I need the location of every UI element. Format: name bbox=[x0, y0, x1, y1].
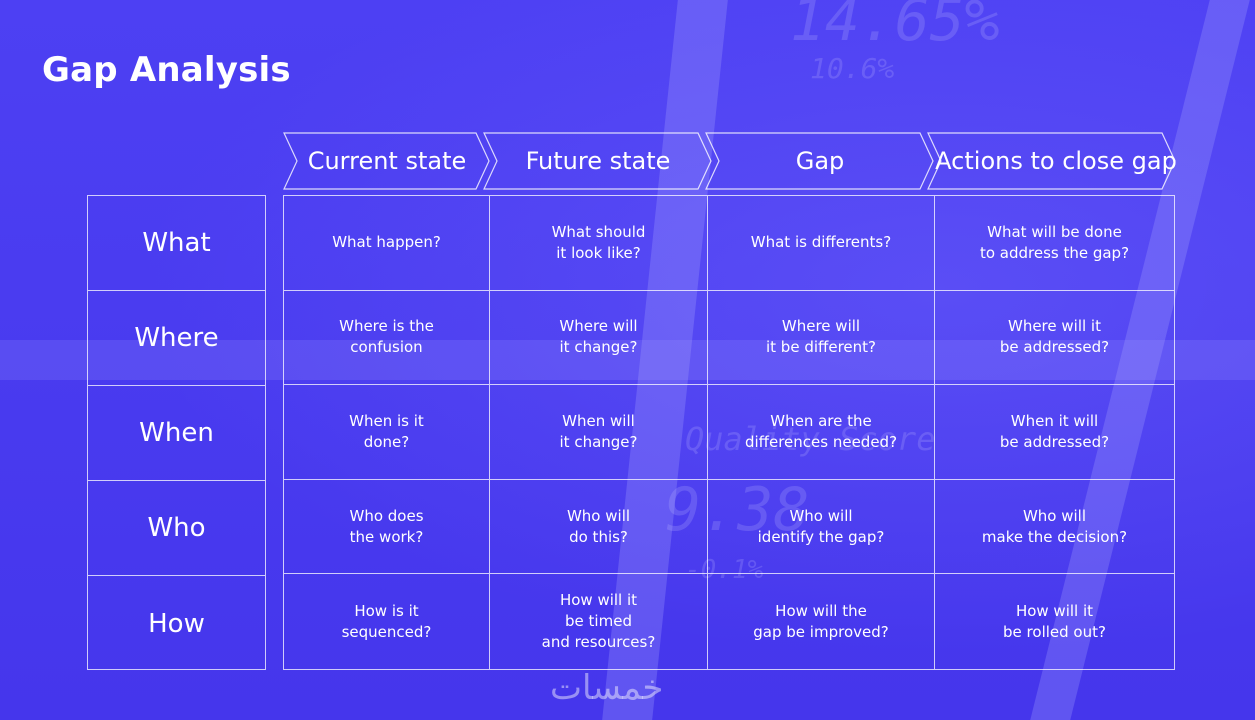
table-cell: When is it done? bbox=[284, 385, 490, 480]
table-cell: Where will it be different? bbox=[708, 290, 935, 386]
table-cell: How is it sequenced? bbox=[284, 574, 490, 669]
row-label-who: Who bbox=[88, 481, 265, 576]
column-header-label: Actions to close gap bbox=[935, 147, 1177, 175]
column-header-actions: Actions to close gap bbox=[927, 132, 1177, 190]
row-label-what: What bbox=[88, 196, 265, 291]
table-cell: Where is the confusion bbox=[284, 290, 490, 386]
column-header-gap: Gap bbox=[705, 132, 935, 190]
table-cell: Who does the work? bbox=[284, 479, 490, 575]
bg-number-1: 14.65% bbox=[790, 0, 1000, 54]
row-label-where: Where bbox=[88, 291, 265, 386]
table-cell: What is differents? bbox=[708, 196, 935, 291]
column-headers: Current state Future state Gap Actions t… bbox=[283, 132, 1183, 190]
row-label-when: When bbox=[88, 386, 265, 481]
table-cell: Where will it change? bbox=[490, 290, 708, 386]
table-cell: How will the gap be improved? bbox=[708, 574, 935, 669]
table-cell: When it will be addressed? bbox=[935, 385, 1174, 480]
row-label-how: How bbox=[148, 608, 205, 639]
bg-number-2: 10.6% bbox=[810, 52, 895, 85]
gap-analysis-table: What happen? What should it look like? W… bbox=[283, 195, 1175, 670]
column-header-current-state: Current state bbox=[283, 132, 491, 190]
table-cell: Who will do this? bbox=[490, 479, 708, 575]
column-header-label: Current state bbox=[307, 147, 467, 175]
watermark-logo: خمسات bbox=[550, 668, 664, 708]
table-cell: What happen? bbox=[284, 196, 490, 291]
column-header-label: Future state bbox=[525, 147, 671, 175]
column-header-future-state: Future state bbox=[483, 132, 713, 190]
table-cell: How will it be rolled out? bbox=[1003, 601, 1106, 641]
table-cell: What will be done to address the gap? bbox=[935, 196, 1174, 291]
table-cell: When will it change? bbox=[490, 385, 708, 480]
table-cell: How will it be timed and resources? bbox=[490, 574, 708, 669]
table-cell: Where will it be addressed? bbox=[935, 291, 1174, 386]
column-header-label: Gap bbox=[795, 147, 845, 175]
table-cell: Who will make the decision? bbox=[935, 480, 1174, 575]
table-cell: What should it look like? bbox=[490, 196, 708, 291]
table-cell: When are the differences needed? bbox=[708, 385, 935, 480]
page-title: Gap Analysis bbox=[42, 50, 291, 90]
table-cell: Who will identify the gap? bbox=[708, 479, 935, 575]
row-labels: What Where When Who How bbox=[87, 195, 266, 670]
